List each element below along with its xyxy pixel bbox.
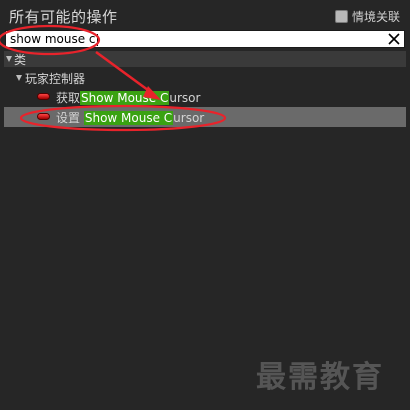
- tree-item-get-show-mouse-cursor[interactable]: 获取Show Mouse Cursor: [4, 87, 406, 107]
- function-pill-icon: [37, 93, 50, 100]
- search-box[interactable]: show mouse c: [5, 30, 405, 48]
- actions-tree: 类 玩家控制器 获取Show Mouse Cursor 设置 Show Mous…: [4, 51, 406, 127]
- search-input-value: show mouse c: [10, 32, 96, 46]
- panel-title: 所有可能的操作: [9, 8, 118, 26]
- close-icon[interactable]: [386, 31, 402, 47]
- tree-item-set-show-mouse-cursor[interactable]: 设置 Show Mouse Cursor: [4, 107, 406, 127]
- tree-item-label: 设置 Show Mouse Cursor: [56, 109, 204, 126]
- watermark-logo: 最需教育: [256, 360, 384, 395]
- expand-triangle-icon[interactable]: [16, 75, 22, 81]
- tree-category-player-controller-label: 玩家控制器: [25, 72, 86, 86]
- tree-category-class-label: 类: [14, 53, 27, 67]
- search-input[interactable]: show mouse c: [10, 31, 380, 47]
- item-rest: ursor: [169, 91, 201, 105]
- text-caret: [96, 33, 98, 46]
- item-prefix: 获取: [56, 91, 81, 105]
- panel-header: 所有可能的操作 情境关联: [0, 0, 410, 30]
- context-sensitive-toggle[interactable]: 情境关联: [334, 8, 400, 24]
- tree-category-player-controller[interactable]: 玩家控制器: [4, 67, 406, 87]
- close-icon-glyph: [388, 33, 400, 45]
- search-match-highlight: Show Mouse C: [80, 91, 170, 105]
- tree-category-class[interactable]: 类: [4, 51, 406, 67]
- actions-panel: 所有可能的操作 情境关联 show mouse c 类 玩家控制器 获取Show…: [0, 0, 410, 410]
- context-sensitive-checkbox[interactable]: [334, 9, 348, 23]
- function-pill-icon: [37, 113, 50, 120]
- item-rest: ursor: [173, 111, 205, 125]
- expand-triangle-icon[interactable]: [6, 56, 12, 62]
- search-match-highlight: Show Mouse C: [83, 111, 174, 125]
- item-prefix: 设置: [56, 111, 81, 125]
- tree-item-label: 获取Show Mouse Cursor: [56, 89, 200, 106]
- context-sensitive-label: 情境关联: [351, 9, 400, 24]
